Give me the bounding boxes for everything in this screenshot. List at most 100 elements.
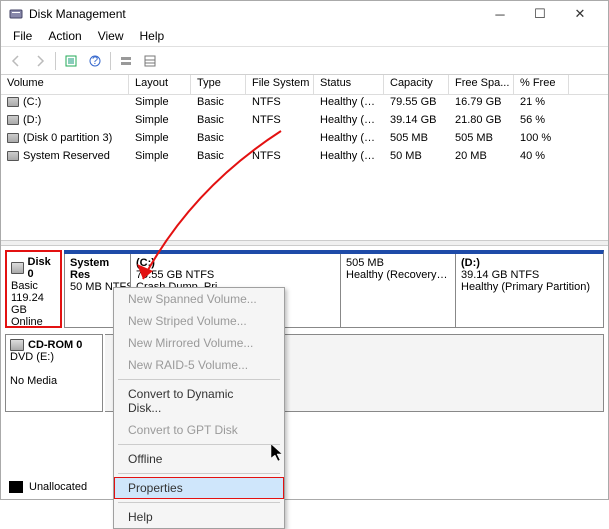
settings-toolbar-button[interactable] [115, 50, 137, 72]
ctx-convert-dynamic[interactable]: Convert to Dynamic Disk... [114, 383, 284, 419]
cell-capacity: 505 MB [384, 131, 449, 149]
cell-volume: (C:) [23, 96, 41, 108]
header-capacity[interactable]: Capacity [384, 75, 449, 94]
cell-type: Basic [191, 149, 246, 167]
refresh-button[interactable] [60, 50, 82, 72]
disk-status: Online [11, 316, 56, 328]
ctx-divider [118, 444, 280, 445]
header-layout[interactable]: Layout [129, 75, 191, 94]
menu-view[interactable]: View [90, 27, 132, 46]
cell-layout: Simple [129, 95, 191, 113]
disk-info[interactable]: Disk 0Basic119.24 GBOnline [5, 250, 62, 328]
disk-icon [11, 262, 24, 274]
cell-volume: (Disk 0 partition 3) [23, 132, 112, 144]
minimize-button[interactable]: ─ [480, 1, 520, 27]
header-free[interactable]: Free Spa... [449, 75, 514, 94]
disk-info[interactable]: CD-ROM 0DVD (E:) No Media [5, 334, 103, 412]
titlebar: Disk Management ─ ☐ ✕ [1, 1, 608, 27]
ctx-divider [118, 473, 280, 474]
menu-help[interactable]: Help [132, 27, 173, 46]
cell-status: Healthy (B... [314, 113, 384, 131]
partition-name: (D:) [461, 257, 598, 269]
partition[interactable]: 505 MBHealthy (Recovery Pa [340, 254, 455, 327]
volumes-grid-header: Volume Layout Type File System Status Ca… [1, 75, 608, 95]
cell-layout: Simple [129, 131, 191, 149]
toolbar-separator [110, 52, 111, 70]
help-toolbar-button[interactable]: ? [84, 50, 106, 72]
cell-fs [246, 131, 314, 149]
header-pctfree[interactable]: % Free [514, 75, 569, 94]
cell-pct: 21 % [514, 95, 569, 113]
close-button[interactable]: ✕ [560, 1, 600, 27]
ctx-new-striped: New Striped Volume... [114, 310, 284, 332]
svg-text:?: ? [92, 55, 98, 67]
cell-fs: NTFS [246, 113, 314, 131]
ctx-offline[interactable]: Offline [114, 448, 284, 470]
cell-pct: 100 % [514, 131, 569, 149]
app-icon [9, 7, 23, 21]
menu-action[interactable]: Action [40, 27, 89, 46]
ctx-new-spanned: New Spanned Volume... [114, 288, 284, 310]
volumes-grid-body: (C:)SimpleBasicNTFSHealthy (B...79.55 GB… [1, 95, 608, 240]
volume-icon [7, 97, 19, 107]
disk-graphical-pane: Disk 0Basic119.24 GBOnlineSystem Res50 M… [1, 246, 608, 422]
cell-type: Basic [191, 131, 246, 149]
disk-size: 119.24 GB [11, 292, 56, 316]
cell-status: Healthy (R... [314, 131, 384, 149]
ctx-convert-gpt: Convert to GPT Disk [114, 419, 284, 441]
header-filesystem[interactable]: File System [246, 75, 314, 94]
cell-volume: (D:) [23, 114, 41, 126]
context-menu: New Spanned Volume... New Striped Volume… [113, 287, 285, 529]
cell-status: Healthy (B... [314, 95, 384, 113]
disk-icon [10, 339, 24, 351]
header-volume[interactable]: Volume [1, 75, 129, 94]
legend: Unallocated [9, 481, 87, 493]
cell-fs: NTFS [246, 149, 314, 167]
cell-fs: NTFS [246, 95, 314, 113]
forward-button [29, 50, 51, 72]
table-row[interactable]: System Reserved SimpleBasicNTFSHealthy (S… [1, 149, 608, 167]
ctx-help[interactable]: Help [114, 506, 284, 528]
cell-free: 21.80 GB [449, 113, 514, 131]
toolbar: ? [1, 47, 608, 75]
cell-pct: 56 % [514, 113, 569, 131]
cell-free: 505 MB [449, 131, 514, 149]
ctx-new-raid5: New RAID-5 Volume... [114, 354, 284, 376]
disk-row: CD-ROM 0DVD (E:) No Media [5, 334, 604, 412]
header-type[interactable]: Type [191, 75, 246, 94]
partition-status: Healthy (Recovery Pa [346, 269, 450, 281]
cell-type: Basic [191, 95, 246, 113]
back-button [5, 50, 27, 72]
partition-status: Healthy (Primary Partition) [461, 281, 598, 293]
disk-type: DVD (E:) [10, 351, 98, 363]
disk-type: Basic [11, 280, 56, 292]
ctx-divider [118, 502, 280, 503]
toolbar-separator [55, 52, 56, 70]
partition[interactable]: (D:)39.14 GB NTFSHealthy (Primary Partit… [455, 254, 603, 327]
partition-name: System Res [70, 257, 125, 281]
list-toolbar-button[interactable] [139, 50, 161, 72]
cell-pct: 40 % [514, 149, 569, 167]
partition-size: 505 MB [346, 257, 450, 269]
cell-capacity: 39.14 GB [384, 113, 449, 131]
table-row[interactable]: (C:) SimpleBasicNTFSHealthy (B...79.55 GB… [1, 95, 608, 113]
table-row[interactable]: (D:)SimpleBasicNTFSHealthy (B...39.14 GB… [1, 113, 608, 131]
cell-capacity: 79.55 GB [384, 95, 449, 113]
legend-label-unallocated: Unallocated [29, 481, 87, 493]
disk-status: No Media [10, 375, 98, 387]
maximize-button[interactable]: ☐ [520, 1, 560, 27]
header-status[interactable]: Status [314, 75, 384, 94]
mouse-cursor [271, 444, 287, 462]
ctx-divider [118, 379, 280, 380]
ctx-properties[interactable]: Properties [114, 477, 284, 499]
cell-free: 16.79 GB [449, 95, 514, 113]
partition-size: 79.55 GB NTFS [136, 269, 335, 281]
volume-icon [7, 133, 19, 143]
ctx-new-mirrored: New Mirrored Volume... [114, 332, 284, 354]
table-row[interactable]: (Disk 0 partition 3) SimpleBasic Healthy (… [1, 131, 608, 149]
cell-layout: Simple [129, 149, 191, 167]
menu-file[interactable]: File [5, 27, 40, 46]
disk-id: CD-ROM 0 [28, 339, 82, 351]
cell-volume: System Reserved [23, 150, 110, 162]
cell-status: Healthy (S... [314, 149, 384, 167]
